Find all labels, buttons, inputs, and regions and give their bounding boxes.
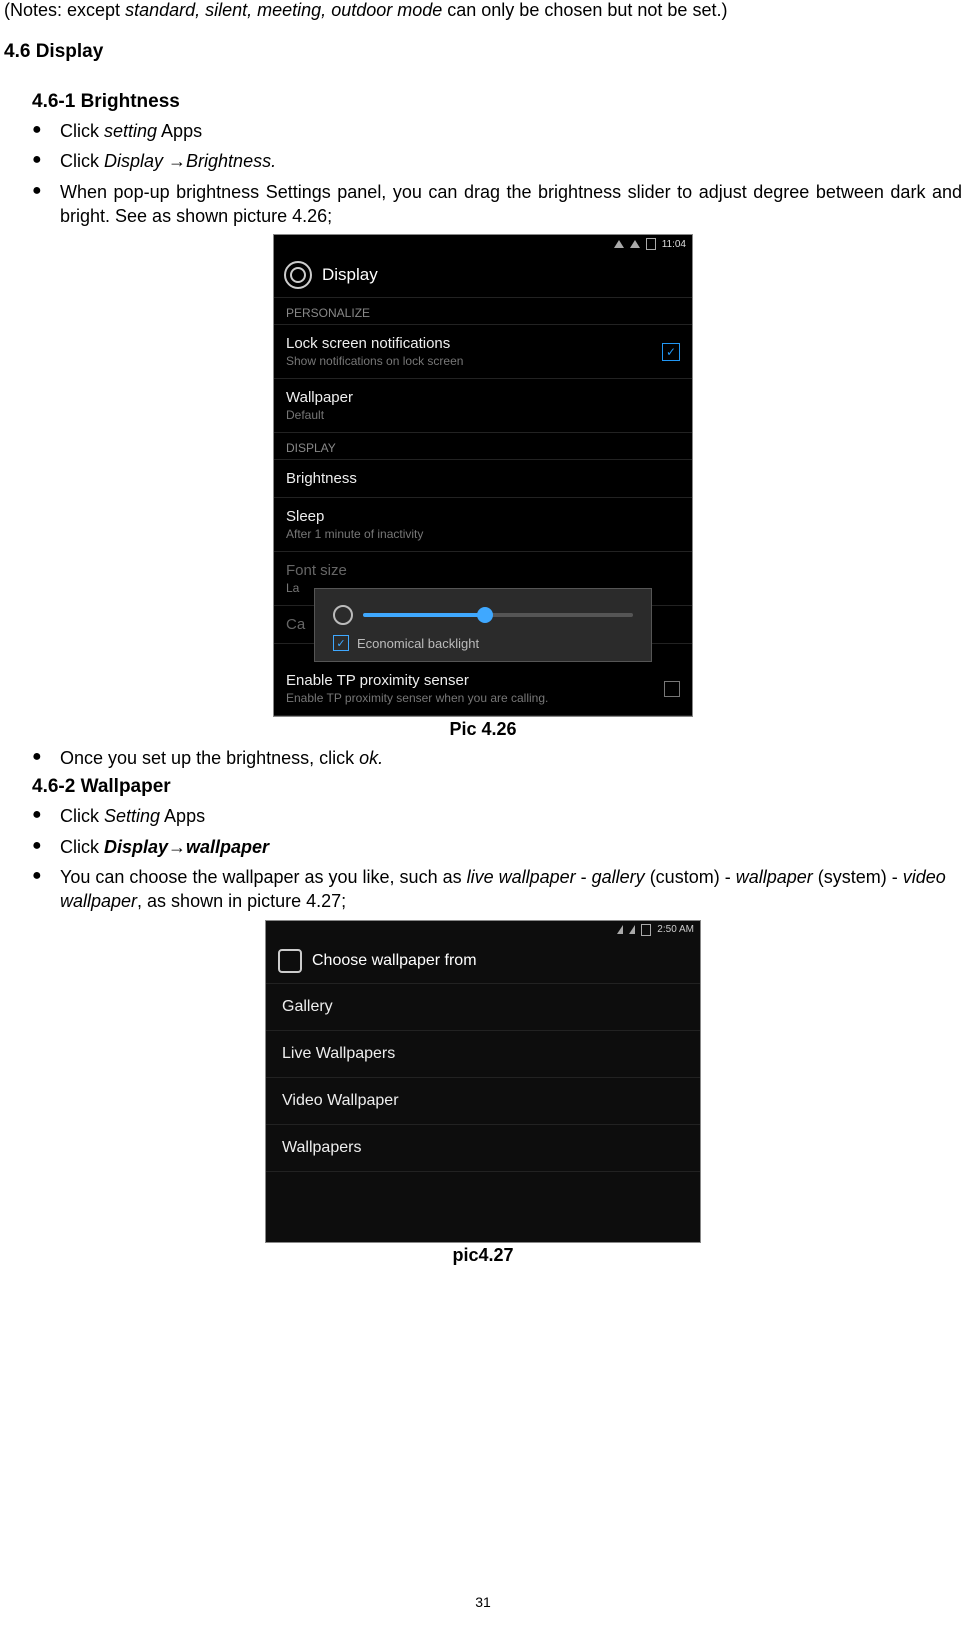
eco-label: Economical backlight: [357, 636, 479, 651]
b2-3-i: , as shown in picture 4.27;: [137, 891, 346, 911]
b2-2-b: Display: [104, 837, 168, 857]
bullet-list-mid: Once you set up the brightness, click ok…: [4, 746, 962, 770]
status-bar: 11:04: [274, 235, 692, 253]
b2-2-a: Click: [60, 837, 104, 857]
bullet-list-1: Click setting Apps Click Display →Bright…: [4, 119, 962, 228]
row-tp-proximity[interactable]: Enable TP proximity senser Enable TP pro…: [274, 662, 692, 716]
bullet2-1: Click Setting Apps: [32, 804, 962, 828]
gear-icon: [284, 261, 312, 289]
b2-3-f: wallpaper: [736, 867, 813, 887]
bullet-1-text-c: Apps: [157, 121, 202, 141]
section-personalize: PERSONALIZE: [274, 298, 692, 325]
option-live-wallpapers[interactable]: Live Wallpapers: [266, 1031, 700, 1078]
bullet-3: When pop-up brightness Settings panel, y…: [32, 180, 962, 229]
bullet-1-text-a: Click: [60, 121, 104, 141]
caption-4-27: pic4.27: [4, 1245, 962, 1266]
status-time-2: 2:50 AM: [657, 924, 694, 935]
notes-suffix: can only be chosen but not be set.): [442, 0, 727, 20]
bullet2-3: You can choose the wallpaper as you like…: [32, 865, 962, 914]
checkbox-checked-icon[interactable]: ✓: [662, 343, 680, 361]
header-title: Display: [322, 265, 378, 285]
caption-4-26: Pic 4.26: [4, 719, 962, 740]
bullet-list-2: Click Setting Apps Click Display→wallpap…: [4, 804, 962, 913]
tp-title: Enable TP proximity senser: [286, 672, 548, 689]
sleep-label: Sleep: [286, 508, 423, 525]
notes-modes-1: standard: [125, 0, 195, 20]
bullet-ok: Once you set up the brightness, click ok…: [32, 746, 962, 770]
bullet-1-text-b: setting: [104, 121, 157, 141]
b2-2-arrow: →: [168, 837, 186, 857]
row-brightness[interactable]: Brightness: [274, 460, 692, 498]
bullet-ok-a: Once you set up the brightness, click: [60, 748, 359, 768]
image-icon: [278, 949, 302, 973]
option-video-wallpaper[interactable]: Video Wallpaper: [266, 1078, 700, 1125]
bullet-ok-b: ok.: [359, 748, 383, 768]
brightness-sun-icon: [333, 605, 353, 625]
economical-backlight-row[interactable]: ✓ Economical backlight: [333, 635, 633, 651]
option-wallpapers[interactable]: Wallpapers: [266, 1125, 700, 1172]
b2-3-e: (custom) -: [645, 867, 736, 887]
bullet2-2: Click Display→wallpaper: [32, 835, 962, 859]
font-label: Font size: [286, 562, 347, 579]
bullet-2-arrow: →: [168, 151, 186, 171]
bullet-2-text-b: Display: [104, 151, 168, 171]
wallpaper-title: Wallpaper: [286, 389, 353, 406]
sleep-sub: After 1 minute of inactivity: [286, 527, 423, 541]
b2-1-c: Apps: [160, 806, 205, 826]
option-gallery[interactable]: Gallery: [266, 984, 700, 1031]
b2-3-b: live wallpaper: [467, 867, 576, 887]
notes-line: (Notes: except standard, silent, meeting…: [4, 0, 962, 21]
b2-3-c: -: [576, 867, 592, 887]
row-lock-notifications[interactable]: Lock screen notifications Show notificat…: [274, 325, 692, 379]
bullet-2-text-a: Click: [60, 151, 104, 171]
screenshot-4-26: 11:04 Display PERSONALIZE Lock screen no…: [273, 234, 693, 717]
lock-sub: Show notifications on lock screen: [286, 354, 463, 368]
b2-3-g: (system) -: [813, 867, 903, 887]
battery-icon: [641, 924, 651, 936]
brightness-panel: ✓ Economical backlight: [314, 588, 652, 662]
chooser-title: Choose wallpaper from: [312, 952, 477, 970]
signal-icon: [614, 240, 624, 248]
b2-3-d: gallery: [592, 867, 645, 887]
b2-1-a: Click: [60, 806, 104, 826]
wifi-icon: [630, 240, 640, 248]
brightness-slider[interactable]: [363, 613, 633, 617]
heading-4-6-1: 4.6-1 Brightness: [32, 91, 962, 113]
b2-2-c: wallpaper: [186, 837, 269, 857]
bullet-2-text-c: Brightness.: [186, 151, 276, 171]
bullet-2: Click Display →Brightness.: [32, 149, 962, 173]
b2-1-b: Setting: [104, 806, 160, 826]
row-sleep[interactable]: Sleep After 1 minute of inactivity: [274, 498, 692, 552]
ca-label: Ca: [286, 616, 305, 633]
slider-thumb-icon[interactable]: [477, 607, 493, 623]
brightness-label: Brightness: [286, 470, 357, 487]
battery-icon: [646, 238, 656, 250]
notes-modes-2: , silent, meeting, outdoor mode: [195, 0, 442, 20]
blank-area: [266, 1172, 700, 1242]
tp-sub: Enable TP proximity senser when you are …: [286, 691, 548, 705]
signal-icon: [617, 925, 623, 934]
status-bar-2: 2:50 AM: [266, 921, 700, 939]
checkbox-checked-icon[interactable]: ✓: [333, 635, 349, 651]
heading-4-6: 4.6 Display: [4, 41, 962, 63]
status-time: 11:04: [662, 239, 686, 250]
notes-prefix: (Notes: except: [4, 0, 125, 20]
b2-3-a: You can choose the wallpaper as you like…: [60, 867, 467, 887]
page-number: 31: [0, 1594, 966, 1610]
section-display: DISPLAY: [274, 433, 692, 460]
lock-title: Lock screen notifications: [286, 335, 463, 352]
chooser-header: Choose wallpaper from: [266, 939, 700, 984]
bullet-1: Click setting Apps: [32, 119, 962, 143]
screenshot-4-27: 2:50 AM Choose wallpaper from Gallery Li…: [265, 920, 701, 1243]
settings-header[interactable]: Display: [274, 253, 692, 298]
wallpaper-sub: Default: [286, 408, 353, 422]
checkbox-empty-icon[interactable]: [664, 681, 680, 697]
row-wallpaper[interactable]: Wallpaper Default: [274, 379, 692, 433]
heading-4-6-2: 4.6-2 Wallpaper: [32, 776, 962, 798]
signal-icon: [629, 925, 635, 934]
